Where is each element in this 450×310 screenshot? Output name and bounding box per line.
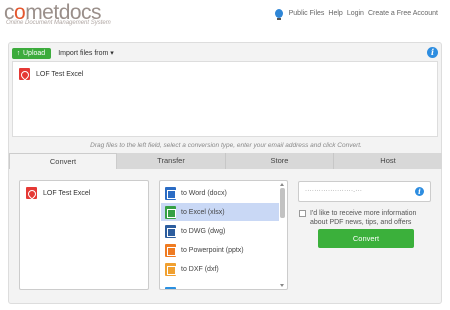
conversion-type-dwg[interactable]: to DWG (dwg): [161, 222, 279, 240]
info-icon[interactable]: i: [427, 47, 438, 58]
nav-login[interactable]: Login: [347, 10, 364, 17]
dxf-icon: [165, 262, 176, 276]
tab-host[interactable]: Host: [334, 153, 442, 169]
conversion-type-label: to DXF (dxf): [181, 265, 219, 273]
scroll-up-arrow-icon[interactable]: [280, 183, 284, 186]
nav-create-account[interactable]: Create a Free Account: [368, 10, 438, 17]
conversion-type-label: to Powerpoint (pptx): [181, 246, 244, 254]
tab-transfer[interactable]: Transfer: [117, 153, 226, 169]
upload-arrow-icon: ↑: [16, 49, 21, 57]
email-field[interactable]: ·····················.··· i: [298, 181, 431, 202]
scroll-down-arrow-icon[interactable]: [280, 284, 284, 287]
convert-area: LOF Test Excel to Word (docx) to Excel (…: [9, 169, 442, 304]
conversion-type-powerpoint[interactable]: to Powerpoint (pptx): [161, 241, 279, 259]
newsletter-optin[interactable]: I'd like to receive more information abo…: [299, 209, 434, 227]
conversion-type-word[interactable]: to Word (docx): [161, 184, 279, 202]
import-files-dropdown[interactable]: Import files from ▾: [58, 49, 114, 57]
excel-icon: [165, 205, 176, 219]
upload-button[interactable]: ↑ Upload: [12, 47, 52, 59]
optin-label: I'd like to receive more information abo…: [310, 210, 417, 226]
nav-public-files[interactable]: Public Files: [289, 10, 325, 17]
file-name: LOF Test Excel: [36, 70, 84, 78]
optin-checkbox[interactable]: [299, 210, 306, 217]
convert-button[interactable]: Convert: [318, 229, 414, 248]
conversion-type-label: to DWG (dwg): [181, 227, 226, 235]
conversion-type-excel[interactable]: to Excel (xlsx): [161, 203, 279, 221]
selected-file-item[interactable]: LOF Test Excel: [26, 187, 90, 199]
conversion-type-label: to Word (docx): [181, 189, 227, 197]
email-value: ·····················.···: [305, 188, 363, 194]
conversion-type-list[interactable]: to Word (docx) to Excel (xlsx) to DWG (d…: [159, 180, 288, 290]
tab-store[interactable]: Store: [226, 153, 334, 169]
tab-convert[interactable]: Convert: [9, 153, 117, 169]
top-nav: Public Files Help Login Create a Free Ac…: [274, 9, 438, 20]
header: cometdocs Online Document Management Sys…: [0, 0, 450, 34]
nav-help[interactable]: Help: [328, 10, 342, 17]
pdf-icon: [19, 68, 30, 80]
conversion-type-label: to Excel (xlsx): [181, 208, 225, 216]
instructions-hint: Drag files to the left field, select a c…: [90, 142, 362, 149]
file-dropzone[interactable]: LOF Test Excel: [12, 61, 438, 137]
main-panel: ↑ Upload Import files from ▾ i LOF Test …: [8, 42, 442, 304]
email-info-icon[interactable]: i: [415, 187, 424, 196]
scroll-thumb[interactable]: [280, 188, 285, 218]
dwg-icon: [165, 224, 176, 238]
selected-file-name: LOF Test Excel: [43, 189, 91, 197]
upload-row: ↑ Upload Import files from ▾ i: [12, 46, 438, 60]
tab-bar: Convert Transfer Store Host: [9, 153, 442, 169]
tagline: Online Document Management System: [6, 20, 111, 26]
powerpoint-icon: [165, 243, 176, 257]
next-type-icon: [165, 287, 176, 289]
upload-label: Upload: [23, 49, 46, 57]
list-scrollbar[interactable]: [279, 182, 286, 288]
file-item[interactable]: LOF Test Excel: [19, 68, 83, 80]
lightbulb-icon: [274, 9, 283, 20]
pdf-icon: [26, 187, 37, 199]
selected-files-box[interactable]: LOF Test Excel: [19, 180, 149, 290]
word-icon: [165, 186, 176, 200]
conversion-type-dxf[interactable]: to DXF (dxf): [161, 260, 279, 278]
